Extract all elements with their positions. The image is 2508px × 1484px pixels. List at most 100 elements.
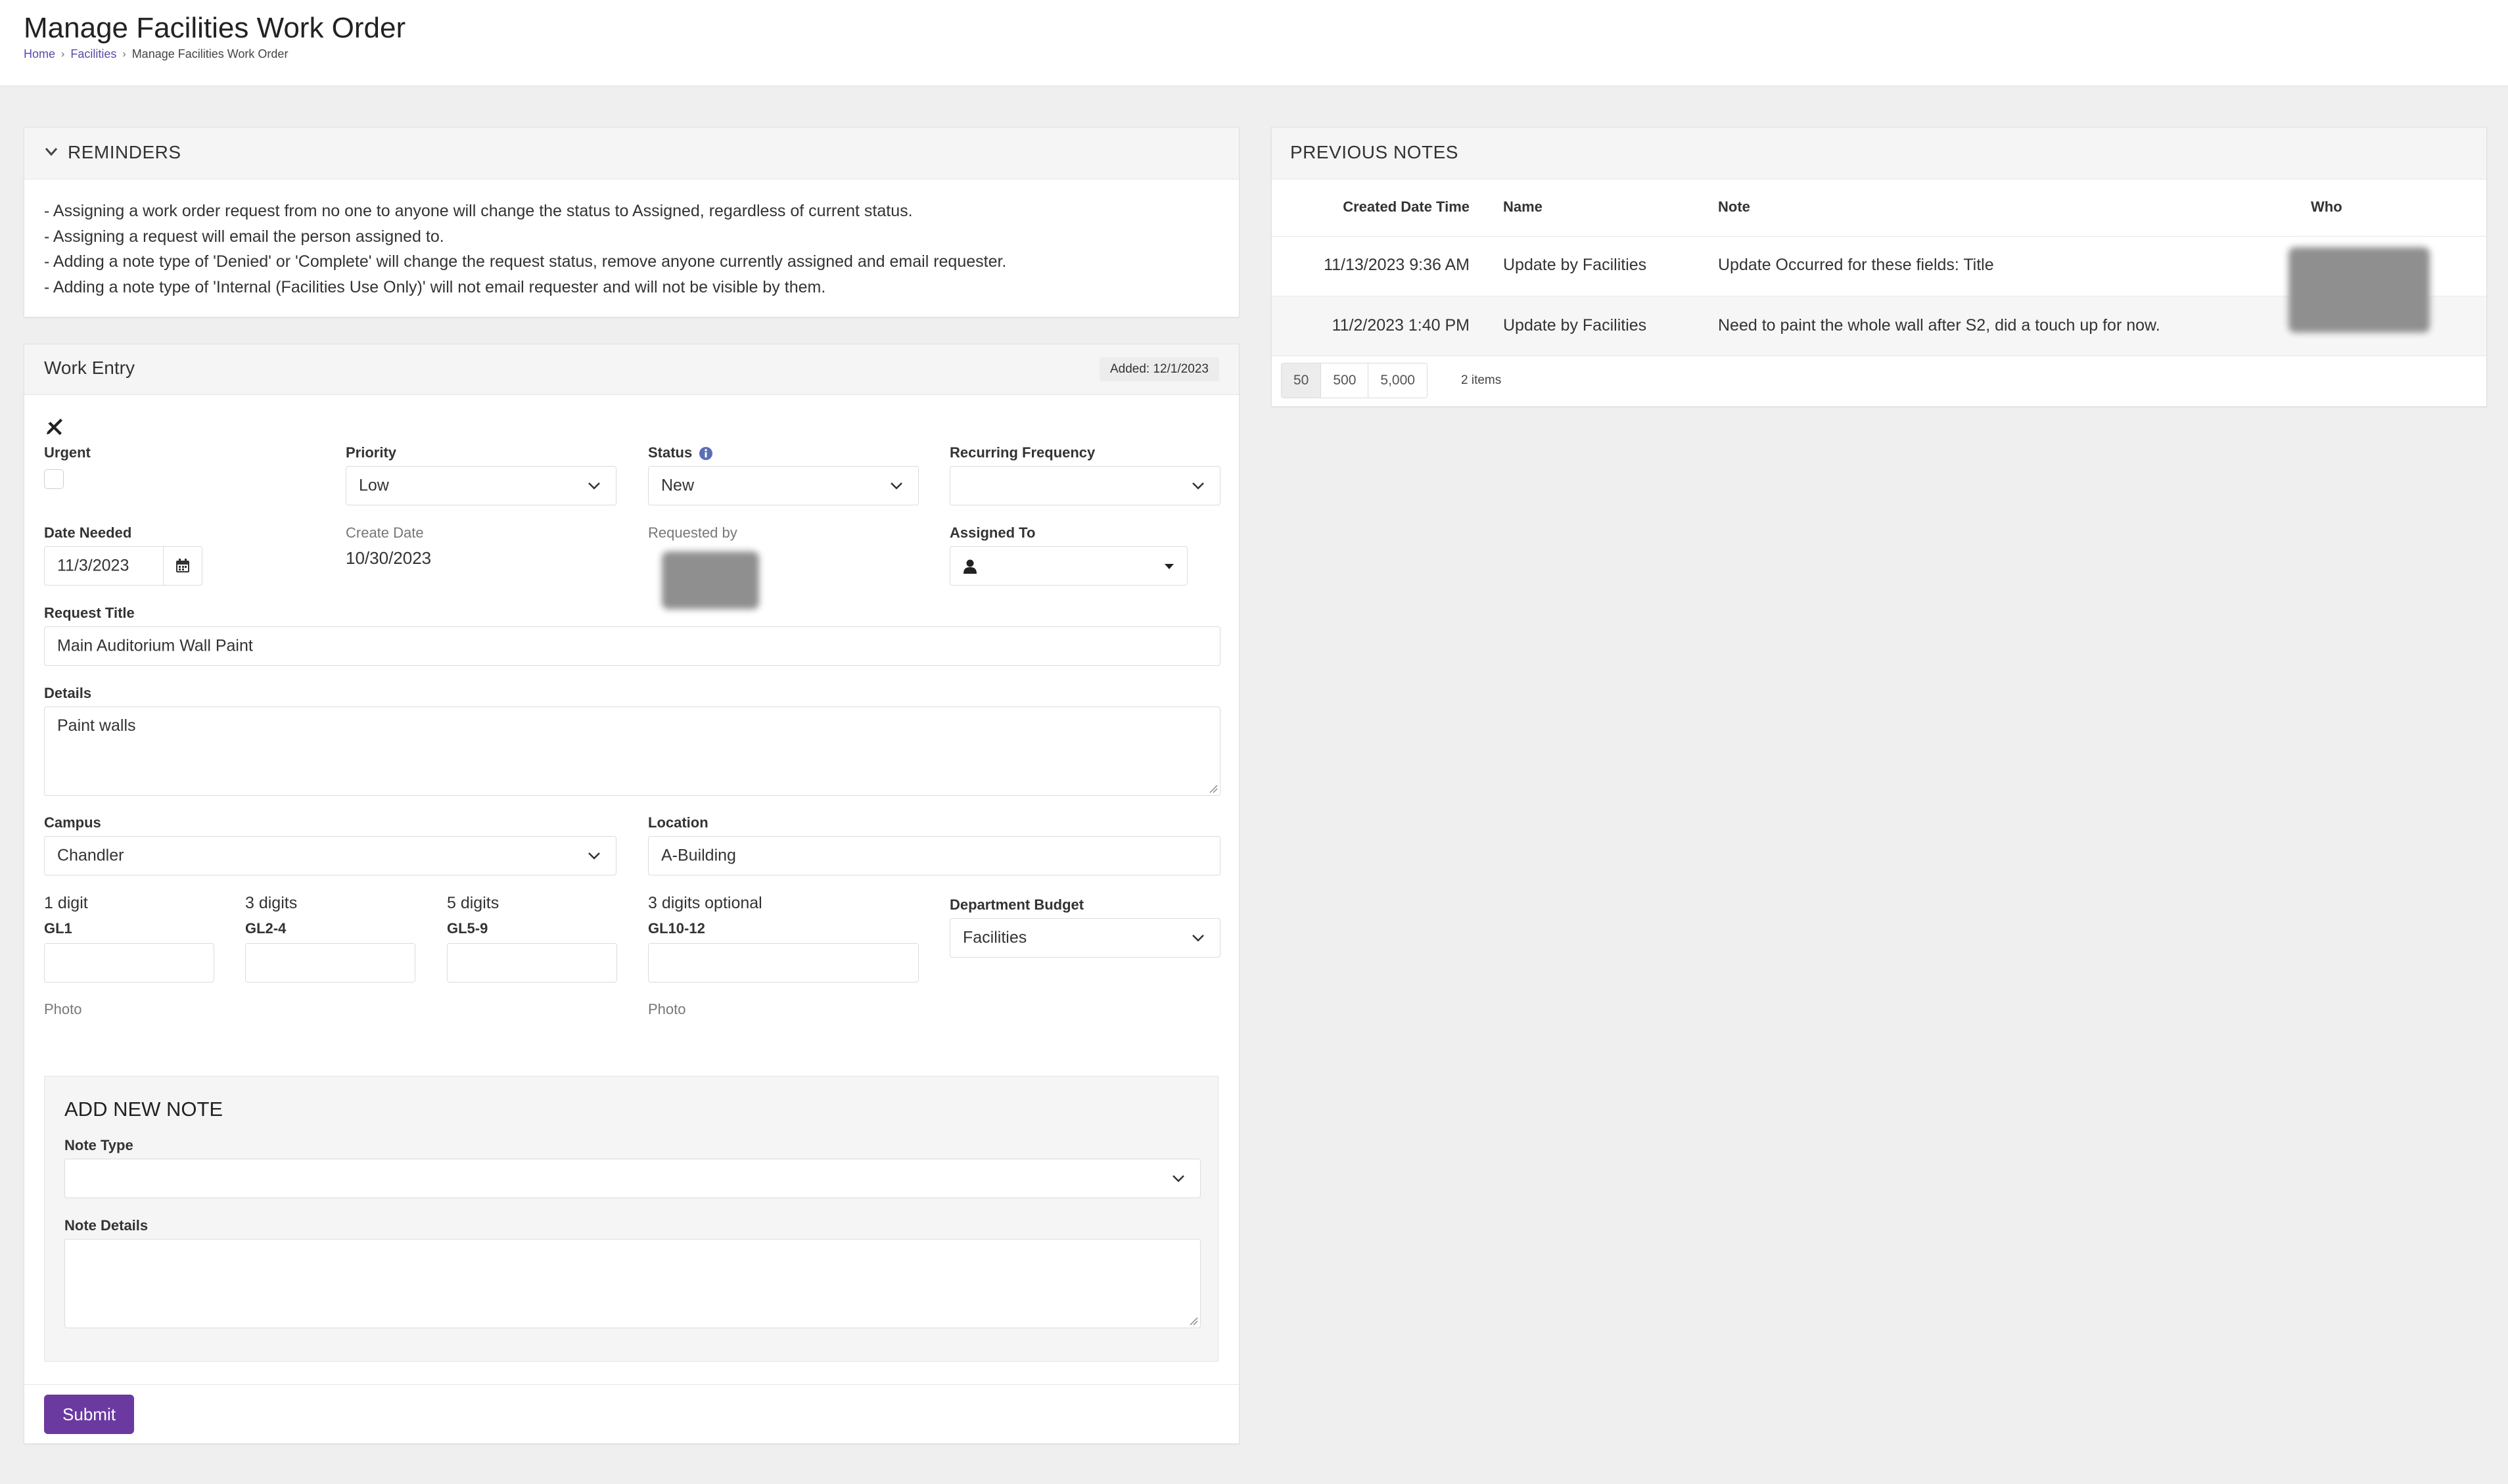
chevron-down-icon: [1192, 935, 1204, 942]
recurring-frequency-select[interactable]: [950, 466, 1220, 505]
date-needed-input[interactable]: 11/3/2023: [44, 546, 202, 586]
page-title: Manage Facilities Work Order: [24, 12, 406, 44]
chevron-down-icon: [891, 482, 902, 490]
note-type-select[interactable]: [64, 1159, 1201, 1198]
previous-notes-header: PREVIOUS NOTES: [1272, 128, 2486, 179]
campus-value: Chandler: [57, 846, 124, 865]
priority-select[interactable]: Low: [346, 466, 616, 505]
breadcrumb-separator-icon: ›: [61, 48, 65, 60]
page-size-option[interactable]: 50: [1282, 363, 1322, 398]
work-entry-header: Work Entry Added: 12/1/2023: [24, 344, 1239, 395]
details-textarea[interactable]: Paint walls: [44, 707, 1220, 796]
note-type-label: Note Type: [64, 1137, 133, 1153]
requested-by-label: Requested by: [648, 524, 737, 541]
column-header-who[interactable]: Who: [2311, 198, 2342, 216]
row-name: Update by Facilities: [1503, 316, 1647, 335]
page-size-option[interactable]: 500: [1321, 363, 1369, 398]
tools-icon: [45, 418, 62, 435]
gl1-label: GL1: [44, 920, 72, 937]
location-label: Location: [648, 814, 708, 831]
gl2-4-label: GL2-4: [245, 920, 287, 937]
details-label: Details: [44, 685, 92, 701]
breadcrumb-facilities-link[interactable]: Facilities: [70, 47, 116, 61]
resize-handle-icon[interactable]: [1189, 1316, 1198, 1326]
items-count: 2 items: [1461, 373, 1502, 387]
column-header-created[interactable]: Created Date Time: [1343, 198, 1470, 216]
form-footer-divider: [24, 1384, 1239, 1385]
create-date-value: 10/30/2023: [346, 548, 432, 568]
recurring-frequency-label: Recurring Frequency: [950, 444, 1096, 461]
request-title-input[interactable]: Main Auditorium Wall Paint: [44, 626, 1220, 666]
urgent-checkbox[interactable]: [44, 469, 64, 489]
reminder-item: - Assigning a request will email the per…: [44, 227, 444, 246]
gl10-12-hint: 3 digits optional: [648, 894, 762, 912]
column-header-note[interactable]: Note: [1718, 198, 1750, 216]
column-header-name[interactable]: Name: [1503, 198, 1543, 216]
reminders-list: - Assigning a work order request from no…: [44, 198, 1006, 300]
calendar-icon[interactable]: [175, 558, 191, 574]
campus-select[interactable]: Chandler: [44, 836, 616, 875]
urgent-label: Urgent: [44, 444, 91, 461]
gl2-4-hint: 3 digits: [245, 894, 298, 912]
reminder-item: - Assigning a work order request from no…: [44, 202, 913, 220]
breadcrumb-separator-icon: ›: [122, 48, 126, 60]
status-value: New: [661, 476, 695, 495]
page-size-option[interactable]: 5,000: [1368, 363, 1427, 398]
create-date-label: Create Date: [346, 524, 424, 541]
assigned-to-label: Assigned To: [950, 524, 1036, 541]
work-entry-title: Work Entry: [44, 358, 135, 378]
who-avatar-redacted: [2288, 247, 2430, 333]
row-name: Update by Facilities: [1503, 256, 1647, 274]
added-date-badge: Added: 12/1/2023: [1099, 358, 1219, 381]
department-budget-label: Department Budget: [950, 896, 1084, 913]
info-icon[interactable]: [699, 446, 713, 461]
breadcrumb: Home › Facilities › Manage Facilities Wo…: [24, 47, 288, 61]
submit-button[interactable]: Submit: [44, 1395, 134, 1434]
reminders-header[interactable]: REMINDERS: [24, 128, 1239, 179]
breadcrumb-home-link[interactable]: Home: [24, 47, 55, 61]
gl2-4-input[interactable]: [245, 943, 415, 983]
status-select[interactable]: New: [648, 466, 919, 505]
chevron-down-icon: [588, 482, 600, 490]
gl5-9-hint: 5 digits: [447, 894, 499, 912]
previous-notes-title: PREVIOUS NOTES: [1290, 142, 1458, 162]
gl10-12-label: GL10-12: [648, 920, 705, 937]
row-created: 11/2/2023 1:40 PM: [1332, 316, 1470, 335]
request-title-value: Main Auditorium Wall Paint: [57, 636, 253, 655]
row-note: Need to paint the whole wall after S2, d…: [1718, 316, 2160, 335]
requester-avatar-redacted: [662, 551, 759, 609]
resize-handle-icon[interactable]: [1209, 784, 1218, 793]
user-icon: [964, 559, 977, 574]
chevron-down-icon: [588, 852, 600, 860]
department-budget-select[interactable]: Facilities: [950, 918, 1220, 958]
chevron-down-icon: [1173, 1175, 1184, 1182]
gl10-12-input[interactable]: [648, 943, 919, 983]
campus-label: Campus: [44, 814, 101, 831]
work-entry-panel: Work Entry Added: 12/1/2023 Urgent Prior…: [24, 344, 1240, 1444]
breadcrumb-current: Manage Facilities Work Order: [131, 47, 289, 60]
row-created: 11/13/2023 9:36 AM: [1324, 256, 1470, 274]
row-note: Update Occurred for these fields: Title: [1718, 256, 1994, 274]
gl1-hint: 1 digit: [44, 894, 88, 912]
department-budget-value: Facilities: [963, 928, 1027, 947]
note-details-label: Note Details: [64, 1217, 149, 1234]
add-new-note-section: ADD NEW NOTE Note Type Note Details: [44, 1076, 1219, 1362]
gl1-input[interactable]: [44, 943, 214, 983]
photo-label: Photo: [44, 1001, 82, 1017]
note-details-textarea[interactable]: [64, 1239, 1201, 1328]
reminder-item: - Adding a note type of 'Denied' or 'Com…: [44, 252, 1007, 271]
chevron-down-icon[interactable]: [43, 143, 60, 160]
page-size-selector: 50 500 5,000: [1281, 363, 1428, 398]
location-input[interactable]: A-Building: [648, 836, 1220, 875]
location-value: A-Building: [661, 846, 736, 865]
chevron-down-icon: [1192, 482, 1204, 490]
assigned-to-select[interactable]: [950, 546, 1188, 586]
date-needed-label: Date Needed: [44, 524, 132, 541]
gl5-9-label: GL5-9: [447, 920, 488, 937]
priority-label: Priority: [346, 444, 397, 461]
reminder-item: - Adding a note type of 'Internal (Facil…: [44, 277, 826, 296]
reminders-panel: REMINDERS - Assigning a work order reque…: [24, 127, 1240, 317]
photo-label: Photo: [648, 1001, 686, 1017]
gl5-9-input[interactable]: [447, 943, 617, 983]
add-new-note-title: ADD NEW NOTE: [64, 1098, 223, 1121]
